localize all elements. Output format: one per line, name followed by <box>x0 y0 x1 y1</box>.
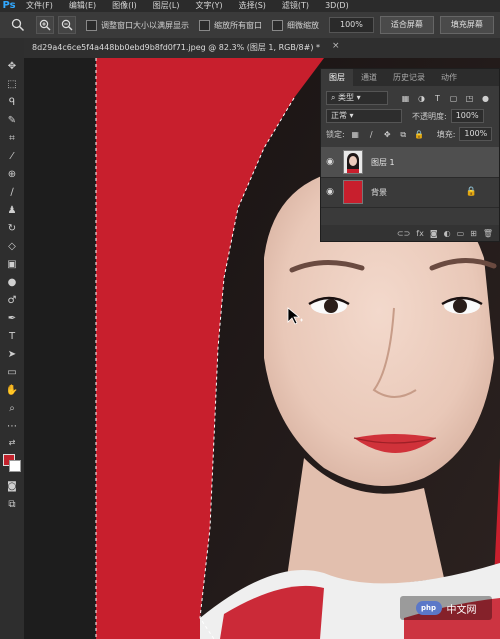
fit-screen-button[interactable]: 适合屏幕 <box>379 16 434 34</box>
shape-tool-icon[interactable]: ▭ <box>3 366 21 380</box>
lasso-tool-icon[interactable]: ᑫ <box>3 96 21 110</box>
resize-windows-checkbox[interactable]: 调整窗口大小以满屏显示 <box>86 19 189 31</box>
eraser-tool-icon[interactable]: ◇ <box>3 240 21 254</box>
quick-mask-icon[interactable]: ◙ <box>3 480 21 494</box>
filter-kind-select[interactable]: ⌕ 类型 ▾ <box>326 91 388 105</box>
filter-pixel-icon[interactable]: ▦ <box>400 93 411 104</box>
lock-image-icon[interactable]: ∕ <box>366 129 377 140</box>
watermark-text: 中文网 <box>446 604 477 616</box>
group-icon[interactable]: ▭ <box>457 229 465 238</box>
menu-bar: Ps 文件(F) 编辑(E) 图像(I) 图层(L) 文字(Y) 选择(S) 滤… <box>0 0 500 12</box>
lock-label: 锁定: <box>326 129 345 139</box>
visibility-eye-icon[interactable]: ◉ <box>321 187 339 197</box>
adjustment-icon[interactable]: ◐ <box>444 229 451 238</box>
layer-row-layer1[interactable]: ◉ 图层 1 <box>321 147 499 178</box>
menu-image[interactable]: 图像(I) <box>104 0 145 12</box>
lock-position-icon[interactable]: ✥ <box>382 129 393 140</box>
close-tab-icon[interactable]: × <box>332 41 340 51</box>
app-logo: Ps <box>2 0 16 11</box>
zoom-out-icon[interactable] <box>58 16 76 34</box>
watermark: php 中文网 <box>400 596 492 620</box>
layer-row-background[interactable]: ◉ 背景 🔒 <box>321 177 499 208</box>
filter-type-icon[interactable]: T <box>432 93 443 104</box>
filter-row: ⌕ 类型 ▾ ▦ ◑ T ▢ ◳ ● <box>321 91 499 105</box>
lock-transparent-icon[interactable]: ▦ <box>350 129 361 140</box>
menu-edit[interactable]: 编辑(E) <box>61 0 104 12</box>
document-tab-title: 8d29a4c6ce5f4a448bb0ebd9b8fd0f71.jpeg @ … <box>32 43 321 52</box>
blend-mode-select[interactable]: 正常 ▾ <box>326 109 402 123</box>
layers-panel: 图层 通道 历史记录 动作 ⌕ 类型 ▾ ▦ ◑ T ▢ ◳ ● 正常 ▾ 不透… <box>320 68 500 242</box>
tools-panel: ✥ ⬚ ᑫ ✎ ⌗ ⁄ ⊕ ∕ ♟ ↻ ◇ ▣ ● ♂ ✒ T ➤ ▭ ✋ ⌕ … <box>0 38 25 639</box>
layer-name: 图层 1 <box>371 157 395 167</box>
layer-thumbnail <box>343 180 363 204</box>
history-brush-tool-icon[interactable]: ↻ <box>3 222 21 236</box>
crop-tool-icon[interactable]: ⌗ <box>3 132 21 146</box>
panel-tabs: 图层 通道 历史记录 动作 <box>321 69 499 86</box>
scrubby-zoom-checkbox[interactable]: 细微缩放 <box>272 19 319 31</box>
opacity-label: 不透明度: <box>412 111 447 121</box>
lock-row: 锁定: ▦ ∕ ✥ ⧉ 🔒 填充: 100% <box>321 127 499 141</box>
background-color-swatch[interactable] <box>9 460 21 472</box>
lock-artboard-icon[interactable]: ⧉ <box>398 129 409 140</box>
document-tab[interactable]: 8d29a4c6ce5f4a448bb0ebd9b8fd0f71.jpeg @ … <box>24 38 500 59</box>
fill-screen-button[interactable]: 填充屏幕 <box>439 16 494 34</box>
path-select-tool-icon[interactable]: ➤ <box>3 348 21 362</box>
layer-thumbnail <box>343 150 363 174</box>
marquee-tool-icon[interactable]: ⬚ <box>3 78 21 92</box>
watermark-logo: php <box>415 601 442 615</box>
zoom-tool-icon[interactable]: ⌕ <box>3 402 21 416</box>
options-bar: 调整窗口大小以满屏显示 缩放所有窗口 细微缩放 100% 适合屏幕 填充屏幕 <box>0 12 500 39</box>
zoom-in-icon[interactable] <box>36 16 54 34</box>
move-tool-icon[interactable]: ✥ <box>3 60 21 74</box>
zoom-value-field[interactable]: 100% <box>329 17 374 33</box>
blur-tool-icon[interactable]: ● <box>3 276 21 290</box>
menu-filter[interactable]: 滤镜(T) <box>274 0 317 12</box>
eyedropper-tool-icon[interactable]: ⁄ <box>3 150 21 164</box>
type-tool-icon[interactable]: T <box>3 330 21 344</box>
visibility-eye-icon[interactable]: ◉ <box>321 157 339 167</box>
zoom-all-windows-checkbox[interactable]: 缩放所有窗口 <box>199 19 262 31</box>
tab-layers[interactable]: 图层 <box>321 69 353 86</box>
hand-tool-icon[interactable]: ✋ <box>3 384 21 398</box>
stamp-tool-icon[interactable]: ♟ <box>3 204 21 218</box>
dodge-tool-icon[interactable]: ♂ <box>3 294 21 308</box>
tab-history[interactable]: 历史记录 <box>385 69 433 86</box>
filter-smart-object-icon[interactable]: ◳ <box>464 93 475 104</box>
blend-row: 正常 ▾ 不透明度: 100% <box>321 109 499 123</box>
tab-channels[interactable]: 通道 <box>353 69 385 86</box>
gradient-tool-icon[interactable]: ▣ <box>3 258 21 272</box>
swap-colors-icon[interactable]: ⇄ <box>3 436 21 450</box>
link-icon[interactable]: ⊂⊃ <box>397 229 410 238</box>
edit-toolbar-icon[interactable]: ⋯ <box>3 420 21 434</box>
pen-tool-icon[interactable]: ✒ <box>3 312 21 326</box>
menu-type[interactable]: 文字(Y) <box>187 0 230 12</box>
tab-actions[interactable]: 动作 <box>433 69 465 86</box>
mask-icon[interactable]: ◙ <box>430 229 438 238</box>
menu-layer[interactable]: 图层(L) <box>145 0 188 12</box>
layers-footer: ⊂⊃ fx ◙ ◐ ▭ ⊞ 🗑 <box>321 225 499 241</box>
filter-shape-icon[interactable]: ▢ <box>448 93 459 104</box>
brush-tool-icon[interactable]: ∕ <box>3 186 21 200</box>
lock-all-icon[interactable]: 🔒 <box>414 129 425 140</box>
fx-icon[interactable]: fx <box>416 229 424 238</box>
quick-select-tool-icon[interactable]: ✎ <box>3 114 21 128</box>
opacity-field[interactable]: 100% <box>450 109 484 123</box>
layer-name: 背景 <box>371 187 387 197</box>
menu-select[interactable]: 选择(S) <box>231 0 274 12</box>
new-layer-icon[interactable]: ⊞ <box>470 229 477 238</box>
zoom-tool-preset-icon[interactable] <box>4 16 32 34</box>
menu-3d[interactable]: 3D(D) <box>317 0 357 12</box>
screen-mode-icon[interactable]: ⧉ <box>3 498 21 512</box>
lock-icon: 🔒 <box>465 187 477 197</box>
menu-file[interactable]: 文件(F) <box>18 0 61 12</box>
filter-toggle-icon[interactable]: ● <box>480 93 491 104</box>
trash-icon[interactable]: 🗑 <box>483 229 493 238</box>
filter-adjustment-icon[interactable]: ◑ <box>416 93 427 104</box>
fill-field[interactable]: 100% <box>459 127 493 141</box>
fill-label: 填充: <box>436 129 456 139</box>
healing-tool-icon[interactable]: ⊕ <box>3 168 21 182</box>
